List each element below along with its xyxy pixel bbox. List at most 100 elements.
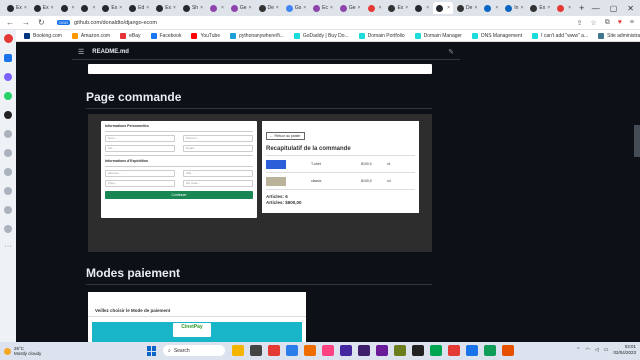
browser-tab[interactable]: Ex × — [99, 2, 125, 14]
browser-tab[interactable]: Ex × — [385, 2, 411, 14]
url-field[interactable]: OGG github.com/donaldto/django-ecom — [53, 18, 161, 28]
browser-tab[interactable]: De × — [256, 2, 282, 14]
taskbar-app-icon[interactable] — [340, 345, 352, 356]
cube-icon[interactable] — [4, 187, 12, 195]
browser-tab[interactable]: Ed × — [126, 2, 152, 14]
taskbar-app-icon[interactable] — [232, 345, 244, 356]
browser-tab[interactable]: Ex × — [31, 2, 57, 14]
taskbar-app-icon[interactable] — [448, 345, 460, 356]
clock[interactable]: 03:01 02/04/2023 — [613, 344, 636, 356]
taskbar-app-icon[interactable] — [502, 345, 514, 356]
maximize-icon[interactable]: ▢ — [610, 4, 618, 13]
browser-tab[interactable]: × — [433, 2, 454, 14]
chevron-up-icon[interactable]: ⌃ — [576, 347, 580, 353]
taskbar-app-icon[interactable] — [358, 345, 370, 356]
close-tab-icon[interactable]: × — [568, 5, 571, 11]
menu-icon[interactable]: ≡ — [630, 19, 634, 26]
browser-tab[interactable]: × — [207, 2, 227, 14]
browser-tab[interactable]: Ex × — [527, 2, 553, 14]
browser-tab[interactable]: Sh × — [180, 2, 206, 14]
bookmark-item[interactable]: Facebook — [150, 32, 181, 39]
taskbar-app-icon[interactable] — [412, 345, 424, 356]
close-tab-icon[interactable]: × — [72, 5, 75, 11]
send-icon[interactable] — [4, 149, 12, 157]
close-tab-icon[interactable]: × — [426, 5, 429, 11]
messenger-icon[interactable] — [4, 73, 12, 81]
taskbar-app-icon[interactable] — [484, 345, 496, 356]
taskbar-app-icon[interactable] — [304, 345, 316, 356]
volume-icon[interactable]: ◁ — [595, 347, 599, 353]
taskbar-app-icon[interactable] — [466, 345, 478, 356]
wifi-icon[interactable]: ◠ — [586, 347, 590, 353]
bookmark-item[interactable]: Booking.com — [24, 32, 62, 39]
extensions-icon[interactable]: ⧉ — [605, 19, 610, 27]
back-icon[interactable]: ← — [6, 18, 14, 27]
close-tab-icon[interactable]: × — [249, 5, 252, 11]
bookmark-item[interactable]: pythonanywhere/fi... — [230, 32, 284, 39]
edit-icon[interactable]: ✎ — [448, 48, 454, 56]
weather-widget[interactable]: 26°C Mostly cloudy — [0, 346, 70, 356]
taskbar-app-icon[interactable] — [376, 345, 388, 356]
heart-icon[interactable] — [4, 225, 12, 233]
bookmark-item[interactable]: Amazon.com — [71, 32, 110, 39]
share-icon[interactable]: ⇪ — [577, 19, 583, 27]
star-icon[interactable]: ☆ — [590, 19, 596, 27]
browser-tab[interactable]: Ge × — [337, 2, 364, 14]
settings-icon[interactable] — [4, 206, 12, 214]
browser-tab[interactable]: Ec × — [310, 2, 336, 14]
taskbar-app-icon[interactable] — [430, 345, 442, 356]
close-tab-icon[interactable]: × — [495, 5, 498, 11]
browser-tab[interactable]: × — [481, 2, 501, 14]
reload-icon[interactable]: ↻ — [38, 18, 45, 27]
close-tab-icon[interactable]: × — [276, 5, 279, 11]
bookmark-item[interactable]: DNS Management — [471, 32, 522, 39]
scrollbar-thumb[interactable] — [634, 125, 640, 157]
taskbar-app-icon[interactable] — [286, 345, 298, 356]
taskbar-app-icon[interactable] — [268, 345, 280, 356]
heart-icon[interactable]: ♥ — [618, 19, 622, 26]
close-tab-icon[interactable]: × — [303, 5, 306, 11]
bookmark-item[interactable]: Domain Manager — [414, 32, 462, 39]
whatsapp-icon[interactable] — [4, 92, 12, 100]
clock-icon[interactable] — [4, 168, 12, 176]
browser-tab[interactable]: Ex × — [153, 2, 179, 14]
new-tab-icon[interactable]: + — [579, 3, 584, 13]
browser-tab[interactable]: × — [412, 2, 432, 14]
windows-start-icon[interactable] — [147, 346, 157, 356]
bookmark-item[interactable]: YouTube — [191, 32, 220, 39]
browser-tab[interactable]: Gs × — [283, 2, 309, 14]
taskbar-app-icon[interactable] — [250, 345, 262, 356]
bookmark-item[interactable]: GoDaddy | Buy Do... — [293, 32, 349, 39]
close-tab-icon[interactable]: × — [92, 5, 95, 11]
workspace-icon[interactable] — [4, 54, 12, 62]
close-tab-icon[interactable]: × — [24, 5, 27, 11]
forward-icon[interactable]: → — [22, 18, 30, 27]
close-tab-icon[interactable]: × — [119, 5, 122, 11]
close-tab-icon[interactable]: × — [173, 5, 176, 11]
opera-icon[interactable] — [3, 34, 13, 43]
taskbar-app-icon[interactable] — [394, 345, 406, 356]
close-tab-icon[interactable]: × — [447, 5, 450, 11]
bookmark-item[interactable]: I can't add "www" a... — [532, 32, 588, 39]
bookmark-item[interactable]: eBay — [120, 32, 141, 39]
browser-tab[interactable]: × — [58, 2, 78, 14]
close-icon[interactable]: ✕ — [627, 4, 634, 13]
history-icon[interactable] — [4, 130, 12, 138]
browser-tab[interactable]: × — [78, 2, 98, 14]
close-tab-icon[interactable]: × — [200, 5, 203, 11]
bookmark-item[interactable]: Site administration... — [598, 32, 640, 39]
browser-tab[interactable]: De × — [454, 2, 480, 14]
close-tab-icon[interactable]: × — [474, 5, 477, 11]
close-tab-icon[interactable]: × — [520, 5, 523, 11]
browser-tab[interactable]: × — [554, 2, 574, 14]
close-tab-icon[interactable]: × — [379, 5, 382, 11]
browser-tab[interactable]: Ex × — [4, 2, 30, 14]
browser-tab[interactable]: × — [365, 2, 385, 14]
close-tab-icon[interactable]: × — [221, 5, 224, 11]
taskbar-app-icon[interactable] — [322, 345, 334, 356]
bookmark-item[interactable]: Domain Portfolio — [358, 32, 405, 39]
tiktok-icon[interactable] — [4, 111, 12, 119]
browser-tab[interactable]: In × — [502, 2, 526, 14]
battery-icon[interactable]: ▭ — [604, 347, 609, 353]
taskbar-search[interactable]: ⌕ Search — [163, 345, 225, 356]
